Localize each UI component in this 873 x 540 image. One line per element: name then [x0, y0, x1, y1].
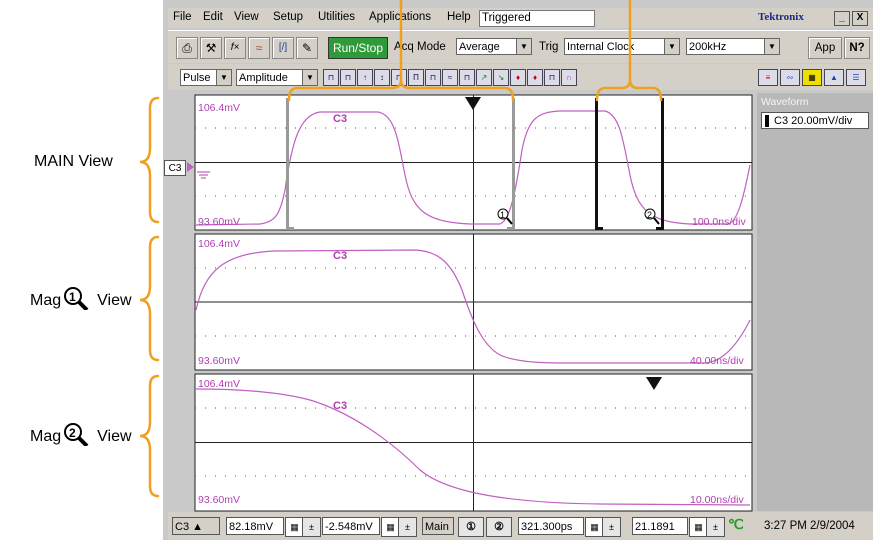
scope-display-layer: 1 2	[139, 0, 873, 512]
mag1-view-graticule	[194, 233, 753, 371]
magnify-2-icon[interactable]: ②	[486, 517, 512, 537]
spinner-icon[interactable]: ±	[602, 517, 621, 537]
status-bar: C3 ▲ 82.18mV ▦ ± -2.548mV ▦ ± Main ① ② 3…	[168, 512, 873, 540]
temperature-icon[interactable]: ℃	[728, 516, 744, 533]
chevron-up-icon: ▲	[192, 521, 204, 533]
main-bottom-ref: 93.60mV	[198, 216, 241, 228]
view-main-button[interactable]: Main	[422, 517, 454, 535]
main-channel-label: C3	[333, 113, 348, 125]
svg-text:2: 2	[69, 426, 76, 440]
vertical-offset-field[interactable]: -2.548mV	[322, 517, 380, 535]
svg-text:1: 1	[500, 210, 505, 220]
magnifier-2-icon: 2	[61, 423, 97, 446]
mag2-channel-label: C3	[333, 400, 348, 412]
position-field[interactable]: 321.300ps	[518, 517, 584, 535]
vertical-scale-field[interactable]: 82.18mV	[226, 517, 284, 535]
svg-text:2: 2	[647, 210, 652, 220]
mag1-timebase: 40.00ns/div	[690, 355, 744, 367]
mag1-view-annotation: Mag 1 View	[30, 287, 132, 310]
svg-text:1: 1	[69, 290, 76, 304]
magnifier-1-icon: 1	[61, 287, 97, 310]
mag1-bottom-ref: 93.60mV	[198, 355, 241, 367]
main-timebase: 100.0ns/div	[692, 216, 746, 228]
channel-scale-field[interactable]: C3 20.00mV/div	[761, 112, 869, 129]
mag2-view-graticule	[194, 373, 753, 512]
waveform-side-panel: Waveform C3 20.00mV/div	[757, 93, 873, 511]
mag1-channel-label: C3	[333, 250, 348, 262]
spinner-icon[interactable]: ±	[398, 517, 417, 537]
clock: 3:27 PM 2/9/2004	[764, 520, 855, 532]
mag2-timebase: 10.00ns/div	[690, 494, 744, 506]
side-panel-title: Waveform	[761, 96, 809, 108]
magnify-1-icon[interactable]: ①	[458, 517, 484, 537]
mag2-bottom-ref: 93.60mV	[198, 494, 241, 506]
channel-select[interactable]: C3 ▲	[172, 517, 220, 535]
mag2-view-annotation: Mag 2 View	[30, 423, 132, 446]
scale-field[interactable]: 21.1891	[632, 517, 688, 535]
main-view-graticule	[194, 94, 753, 231]
spinner-icon[interactable]: ±	[302, 517, 321, 537]
main-view-annotation: MAIN View	[34, 153, 113, 170]
spinner-icon[interactable]: ±	[706, 517, 725, 537]
mag1-top-ref: 106.4mV	[198, 238, 241, 250]
mag2-top-ref: 106.4mV	[198, 378, 241, 390]
main-top-ref: 106.4mV	[198, 102, 241, 114]
